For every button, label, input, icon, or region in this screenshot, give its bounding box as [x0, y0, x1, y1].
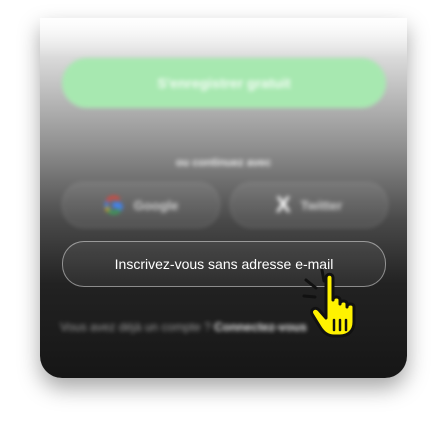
- login-link[interactable]: Connectez-vous: [214, 320, 307, 334]
- top-fade-overlay: [40, 18, 407, 58]
- continue-with-divider: ou continuez avec: [175, 157, 272, 169]
- login-prompt-text: Vous avez déjà un compte ?: [60, 320, 215, 334]
- google-logo-icon: [104, 195, 123, 215]
- signup-free-button[interactable]: S'enregistrer gratuit: [62, 58, 386, 108]
- signup-free-label: S'enregistrer gratuit: [157, 75, 291, 91]
- twitter-login-button[interactable]: X Twitter: [230, 182, 388, 228]
- google-login-label: Google: [133, 197, 179, 213]
- hand-pointer-cursor-icon: [302, 268, 356, 338]
- x-logo-icon: X: [275, 192, 291, 217]
- google-login-button[interactable]: Google: [62, 182, 220, 228]
- screenshot-stage: S'enregistrer gratuit ou continuez avec …: [0, 0, 447, 432]
- twitter-login-label: Twitter: [300, 197, 343, 213]
